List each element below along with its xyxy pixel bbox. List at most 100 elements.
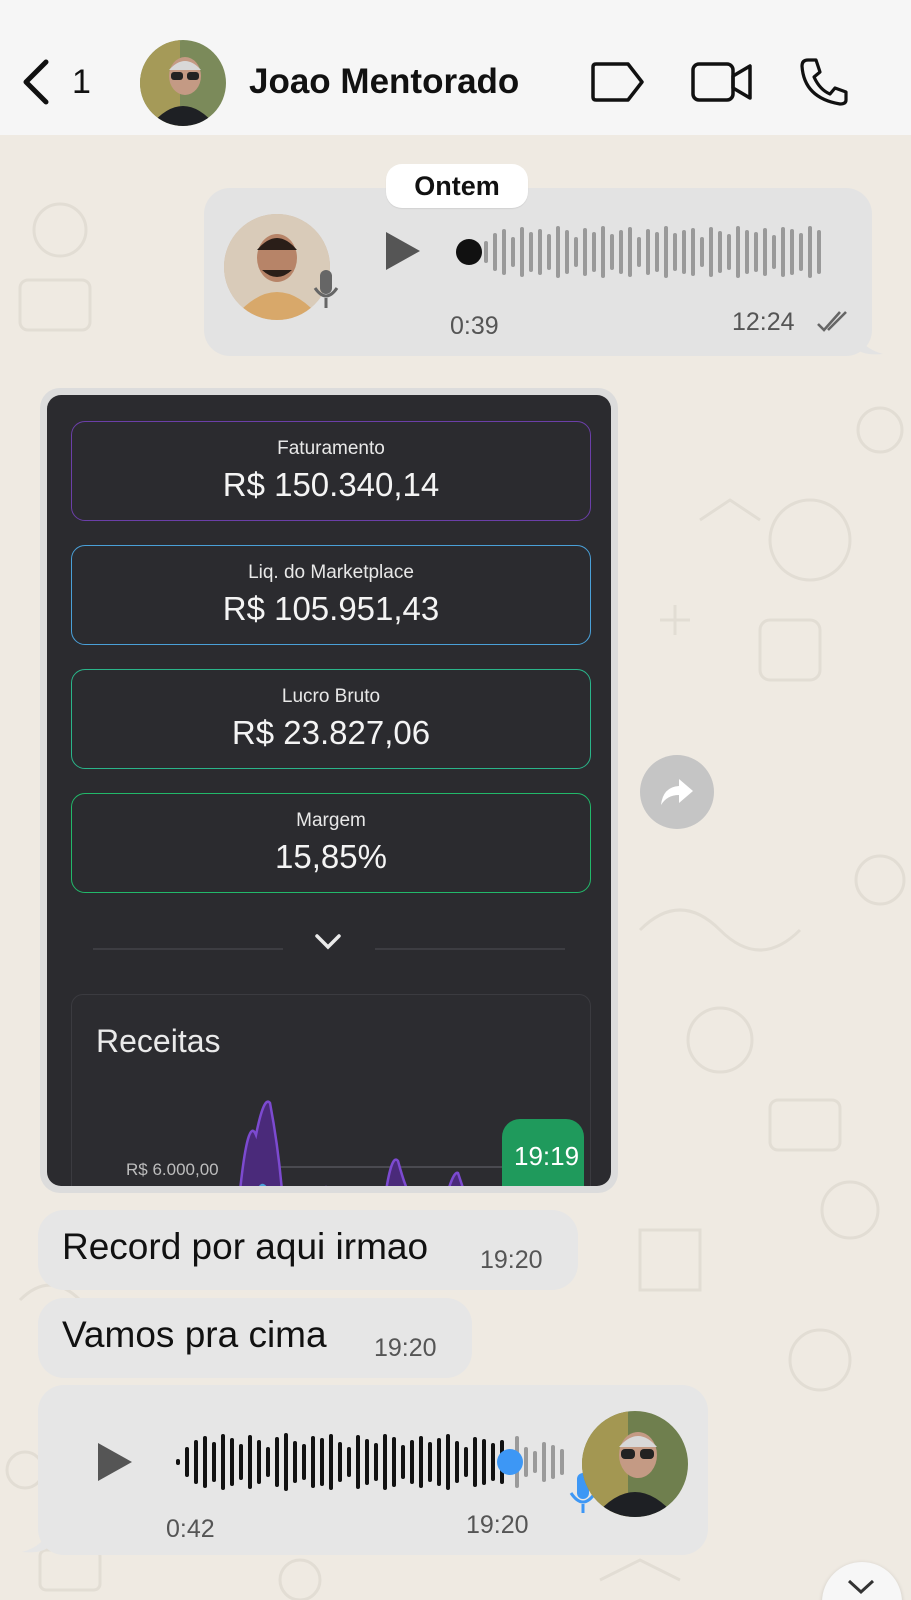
- waveform-bar: [781, 227, 785, 277]
- waveform-bar: [428, 1442, 432, 1482]
- bubble-tail: [22, 1528, 50, 1553]
- waveform-bar: [365, 1439, 369, 1485]
- message-time: 19:20: [480, 1246, 543, 1274]
- stat-label: Margem: [296, 810, 366, 831]
- incoming-text-message[interactable]: Record por aqui irmao 19:20: [38, 1210, 578, 1290]
- waveform-bar: [257, 1440, 261, 1484]
- waveform-bar: [533, 1451, 537, 1473]
- message-time: 12:24: [732, 308, 795, 336]
- waveform-bar: [529, 232, 533, 272]
- waveform-bar: [329, 1434, 333, 1490]
- waveform-bar: [473, 1437, 477, 1487]
- audio-duration: 0:39: [450, 312, 499, 340]
- waveform-bar: [551, 1445, 555, 1479]
- waveform-bar: [230, 1438, 234, 1486]
- stat-label: Lucro Bruto: [281, 686, 381, 707]
- waveform-bar: [709, 227, 713, 277]
- stat-card-faturamento: Faturamento R$ 150.340,14: [71, 421, 591, 521]
- waveform-bar: [203, 1436, 207, 1488]
- waveform-bar: [239, 1444, 243, 1480]
- waveform-bar: [248, 1435, 252, 1489]
- waveform-bar: [491, 1443, 495, 1481]
- waveform-bar: [266, 1447, 270, 1477]
- forward-button[interactable]: [640, 755, 714, 829]
- audio-duration: 0:42: [166, 1515, 215, 1543]
- chevron-down-icon: [315, 934, 341, 950]
- waveform-bar: [502, 229, 506, 275]
- waveform-bar: [556, 226, 560, 278]
- play-icon[interactable]: [382, 230, 422, 272]
- stat-card-margem: Margem 15,85%: [71, 793, 591, 893]
- waveform-bar: [437, 1438, 441, 1486]
- waveform-bar: [745, 230, 749, 274]
- waveform-bar: [646, 229, 650, 275]
- waveform-bar: [383, 1434, 387, 1490]
- waveform-bar: [790, 229, 794, 275]
- stat-value: R$ 150.340,14: [222, 466, 440, 503]
- stat-card-liquido: Liq. do Marketplace R$ 105.951,43: [71, 545, 591, 645]
- waveform-bar: [320, 1438, 324, 1486]
- waveform-bar: [601, 226, 605, 278]
- waveform-bar: [311, 1436, 315, 1488]
- waveform-bar: [410, 1440, 414, 1484]
- waveform-bar: [401, 1445, 405, 1479]
- waveform-bar: [185, 1447, 189, 1477]
- stat-value: R$ 105.951,43: [222, 590, 440, 627]
- video-camera-icon[interactable]: [690, 60, 754, 104]
- waveform-bar: [293, 1441, 297, 1483]
- waveform-bar: [637, 237, 641, 267]
- waveform-bar: [619, 230, 623, 274]
- waveform-bar: [538, 229, 542, 275]
- waveform-bar: [455, 1441, 459, 1483]
- waveform-bar: [542, 1442, 546, 1482]
- waveform-bar: [574, 237, 578, 267]
- waveform-bar: [347, 1447, 351, 1477]
- waveform-bar: [547, 234, 551, 270]
- waveform-bar: [655, 232, 659, 272]
- waveform-bar: [221, 1434, 225, 1490]
- playhead[interactable]: [456, 239, 482, 265]
- chat-header: 1 Joao Mentorado: [0, 0, 911, 135]
- outgoing-audio-message[interactable]: 0:39 12:24: [204, 188, 872, 356]
- waveform-bar: [176, 1459, 180, 1465]
- waveform-bar: [524, 1447, 528, 1477]
- incoming-text-message[interactable]: Vamos pra cima 19:20: [38, 1298, 472, 1378]
- stat-value: 15,85%: [275, 838, 387, 875]
- chart-series-area: [239, 1100, 283, 1186]
- chevron-down-icon: [847, 1579, 875, 1595]
- contact-name[interactable]: Joao Mentorado: [249, 62, 519, 102]
- dashboard-screenshot[interactable]: Faturamento R$ 150.340,14 Liq. do Market…: [47, 395, 611, 1186]
- divider-line: [375, 948, 565, 950]
- divider-line: [93, 948, 283, 950]
- waveform-bar: [736, 226, 740, 278]
- forward-icon: [661, 779, 693, 805]
- date-separator: Ontem: [386, 164, 528, 208]
- audio-waveform[interactable]: [176, 1431, 569, 1493]
- audio-waveform[interactable]: [456, 224, 826, 280]
- playhead[interactable]: [497, 1449, 523, 1475]
- contact-avatar[interactable]: [140, 40, 226, 126]
- waveform-bar: [691, 228, 695, 276]
- phone-icon[interactable]: [798, 56, 848, 108]
- message-time: 19:20: [374, 1334, 437, 1362]
- waveform-bar: [754, 232, 758, 272]
- label-tag-icon[interactable]: [590, 60, 646, 104]
- unread-count: 1: [72, 62, 91, 101]
- stat-label: Liq. do Marketplace: [248, 562, 414, 583]
- stat-label: Faturamento: [277, 438, 385, 459]
- incoming-image-message[interactable]: Faturamento R$ 150.340,14 Liq. do Market…: [40, 388, 618, 1193]
- waveform-bar: [493, 233, 497, 271]
- waveform-bar: [560, 1449, 564, 1475]
- chart-series-area: [385, 1158, 408, 1186]
- waveform-bar: [664, 226, 668, 278]
- waveform-bar: [520, 227, 524, 277]
- back-button[interactable]: 1: [18, 56, 91, 108]
- sender-avatar: [582, 1411, 688, 1517]
- waveform-bar: [212, 1442, 216, 1482]
- incoming-audio-message[interactable]: 0:42 19:20: [38, 1385, 708, 1555]
- waveform-bar: [718, 231, 722, 273]
- waveform-bar: [682, 230, 686, 274]
- waveform-bar: [583, 228, 587, 276]
- waveform-bar: [763, 228, 767, 276]
- play-icon[interactable]: [94, 1441, 134, 1483]
